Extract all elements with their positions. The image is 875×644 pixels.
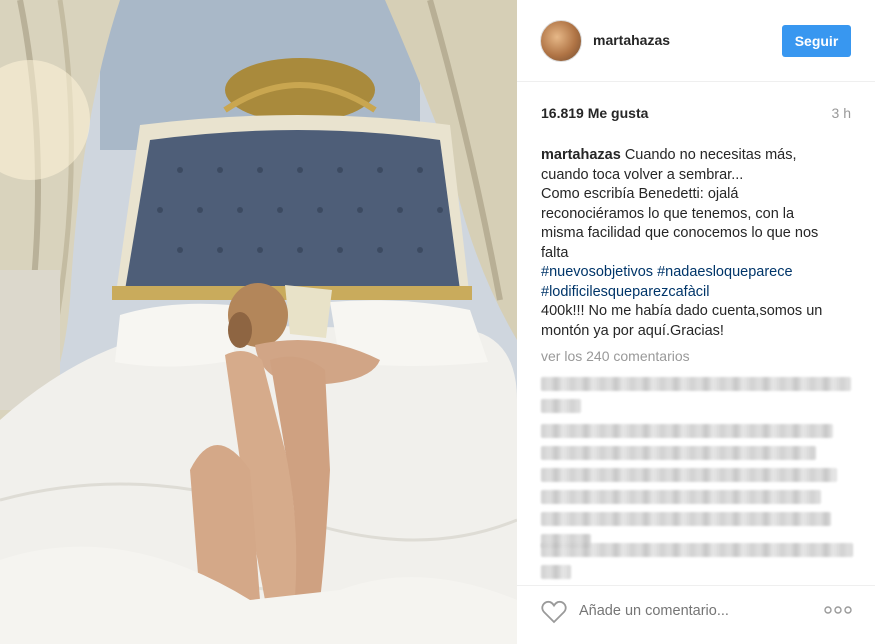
caption-username[interactable]: martahazas: [541, 147, 621, 163]
follow-button[interactable]: Seguir: [782, 25, 851, 57]
caption-line: cuando toca volver a sembrar...: [541, 166, 744, 183]
post-footer: [517, 585, 875, 644]
blurred-comment-line: [541, 446, 816, 460]
blurred-comment-line: [541, 399, 581, 413]
caption-line: reconociéramos lo que tenemos, con la: [541, 205, 795, 222]
blurred-comment-line: [541, 512, 831, 526]
blurred-comment: [541, 543, 853, 587]
caption-text: Cuando no necesitas más,: [624, 147, 797, 163]
caption-line: martahazas Cuando no necesitas más,: [541, 146, 857, 166]
heart-icon[interactable]: [541, 600, 567, 624]
post-time[interactable]: 3 h: [832, 105, 851, 121]
blurred-comment: [541, 424, 837, 556]
blurred-comment-line: [541, 490, 821, 504]
blurred-comment-line: [541, 543, 853, 557]
blurred-comment-line: [541, 565, 571, 579]
blurred-comment-line: [541, 377, 851, 391]
caption-line: falta: [541, 244, 569, 261]
post-photo[interactable]: [0, 0, 517, 644]
avatar[interactable]: [540, 20, 582, 62]
photo-illustration: [0, 0, 517, 644]
hashtag-link[interactable]: #lodificilesqueparezcafàcil: [541, 283, 857, 303]
post-header: martahazas Seguir: [517, 0, 875, 82]
caption-line: misma facilidad que conocemos lo que nos: [541, 225, 819, 241]
blurred-comment: [541, 377, 851, 421]
view-all-comments-link[interactable]: ver los 240 comentarios: [541, 348, 690, 364]
blurred-comment-line: [541, 468, 837, 482]
comment-input[interactable]: [579, 600, 779, 622]
caption-line: montón ya por aquí.Gracias!: [541, 322, 724, 339]
caption-line: Como escribía Benedetti: ojalá: [541, 186, 739, 202]
post-sidebar: martahazas Seguir 16.819 Me gusta 3 h ma…: [517, 0, 875, 644]
hashtag-link[interactable]: #nuevosobjetivos #nadaesloqueparece: [541, 263, 857, 283]
likes-count[interactable]: 16.819 Me gusta: [541, 105, 648, 121]
post-caption: martahazas Cuando no necesitas más, cuan…: [541, 146, 857, 341]
caption-line: 400k!!! No me había dado cuenta,somos un: [541, 303, 823, 319]
blurred-comment-line: [541, 424, 833, 438]
likes-row: 16.819 Me gusta 3 h: [541, 105, 851, 125]
username-link[interactable]: martahazas: [593, 32, 670, 48]
more-options-icon[interactable]: [824, 602, 852, 618]
